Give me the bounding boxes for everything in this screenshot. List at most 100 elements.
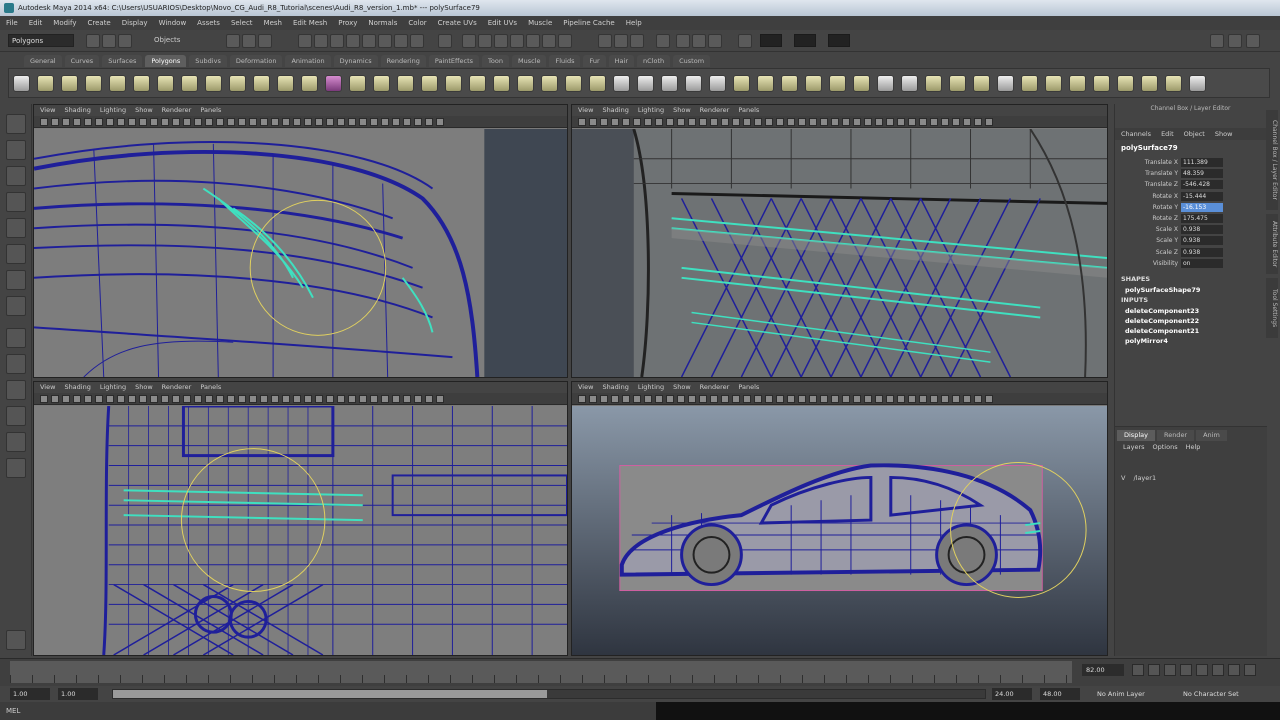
- select-object-icon[interactable]: [242, 34, 256, 48]
- vp-menu-shading[interactable]: Shading: [64, 105, 90, 116]
- viewport-tool-icon[interactable]: [150, 395, 158, 403]
- history-off-icon[interactable]: [877, 75, 894, 92]
- viewport-tool-icon[interactable]: [293, 118, 301, 126]
- viewport-tool-icon[interactable]: [249, 118, 257, 126]
- viewport-tool-icon[interactable]: [611, 395, 619, 403]
- menu-help[interactable]: Help: [626, 16, 642, 30]
- range-bar-handle[interactable]: [113, 690, 547, 698]
- viewport-tool-icon[interactable]: [51, 118, 59, 126]
- viewport-tool-icon[interactable]: [293, 395, 301, 403]
- mirror-geometry-icon[interactable]: [493, 75, 510, 92]
- input-field-2[interactable]: [794, 34, 816, 47]
- viewport-tool-icon[interactable]: [842, 395, 850, 403]
- poly-prism-icon[interactable]: [181, 75, 198, 92]
- menu-proxy[interactable]: Proxy: [338, 16, 357, 30]
- mask-handles-icon[interactable]: [298, 34, 312, 48]
- viewport-tool-icon[interactable]: [864, 395, 872, 403]
- viewport-tool-icon[interactable]: [205, 118, 213, 126]
- viewport-tool-icon[interactable]: [699, 395, 707, 403]
- viewport-tool-icon[interactable]: [95, 118, 103, 126]
- vp-menu-show[interactable]: Show: [673, 382, 691, 393]
- input-field-1[interactable]: [760, 34, 782, 47]
- viewport-tool-icon[interactable]: [600, 118, 608, 126]
- viewport-tool-icon[interactable]: [106, 395, 114, 403]
- viewport-tool-icon[interactable]: [864, 118, 872, 126]
- viewport-tool-icon[interactable]: [348, 395, 356, 403]
- menu-color[interactable]: Color: [408, 16, 426, 30]
- menu-modify[interactable]: Modify: [53, 16, 76, 30]
- show-tool-settings-icon[interactable]: [1228, 34, 1242, 48]
- vp-menu-lighting[interactable]: Lighting: [638, 105, 664, 116]
- shelf-tab-fur[interactable]: Fur: [583, 55, 606, 67]
- poly-platonic-icon[interactable]: [301, 75, 318, 92]
- insert-edge-loop-icon[interactable]: [949, 75, 966, 92]
- viewport-tool-icon[interactable]: [831, 395, 839, 403]
- viewport-tool-icon[interactable]: [633, 118, 641, 126]
- viewport-tool-icon[interactable]: [183, 395, 191, 403]
- viewport-canvas[interactable]: [572, 129, 1107, 377]
- end-time-field[interactable]: 48.00: [1040, 688, 1080, 700]
- viewport-tool-icon[interactable]: [677, 395, 685, 403]
- select-mode-dropdown[interactable]: Objects: [148, 34, 218, 47]
- viewport-tool-icon[interactable]: [337, 118, 345, 126]
- shelf-tab-muscle[interactable]: Muscle: [511, 55, 547, 67]
- snap-curve-icon[interactable]: [478, 34, 492, 48]
- extract-icon[interactable]: [397, 75, 414, 92]
- vp-menu-lighting[interactable]: Lighting: [100, 105, 126, 116]
- menu-muscle[interactable]: Muscle: [528, 16, 552, 30]
- vp-menu-renderer[interactable]: Renderer: [162, 105, 192, 116]
- viewport-tool-icon[interactable]: [732, 118, 740, 126]
- attr-scale-y[interactable]: Scale Y 0.938: [1115, 235, 1266, 246]
- viewport-tool-icon[interactable]: [611, 118, 619, 126]
- select-component-icon[interactable]: [258, 34, 272, 48]
- render-settings-icon[interactable]: [630, 34, 644, 48]
- make-live-icon[interactable]: [526, 34, 540, 48]
- viewport-tool-icon[interactable]: [326, 395, 334, 403]
- shelf-tab-polygons[interactable]: Polygons: [145, 55, 187, 67]
- viewport-canvas[interactable]: [34, 129, 567, 377]
- viewport-tool-icon[interactable]: [150, 118, 158, 126]
- viewport-tool-icon[interactable]: [952, 395, 960, 403]
- input-node[interactable]: deleteComponent23: [1115, 306, 1266, 316]
- attr-visibility[interactable]: Visibility on: [1115, 258, 1266, 269]
- viewport-tool-icon[interactable]: [787, 118, 795, 126]
- poly-torus-icon[interactable]: [157, 75, 174, 92]
- layer-tab-render[interactable]: Render: [1156, 430, 1195, 441]
- viewport-tool-icon[interactable]: [578, 118, 586, 126]
- vp-menu-lighting[interactable]: Lighting: [100, 382, 126, 393]
- poly-cube-icon[interactable]: [61, 75, 78, 92]
- vp-menu-panels[interactable]: Panels: [738, 105, 759, 116]
- range-bar[interactable]: [112, 689, 986, 699]
- viewport-tool-icon[interactable]: [414, 118, 422, 126]
- mask-joints-icon[interactable]: [314, 34, 328, 48]
- viewport-tool-icon[interactable]: [578, 395, 586, 403]
- viewport-tool-icon[interactable]: [304, 395, 312, 403]
- menu-normals[interactable]: Normals: [368, 16, 397, 30]
- viewport-tool-icon[interactable]: [644, 395, 652, 403]
- layer-tab-display[interactable]: Display: [1117, 430, 1155, 441]
- play-backwards-icon[interactable]: [1180, 664, 1192, 676]
- viewport-tool-icon[interactable]: [260, 395, 268, 403]
- shelf-tab-curves[interactable]: Curves: [64, 55, 100, 67]
- viewport-bottom-left[interactable]: View Shading Lighting Show Renderer Pane…: [33, 381, 568, 656]
- vp-menu-lighting[interactable]: Lighting: [638, 382, 664, 393]
- shape-node[interactable]: polySurfaceShape79: [1115, 285, 1266, 295]
- viewport-tool-icon[interactable]: [260, 118, 268, 126]
- show-attribute-editor-icon[interactable]: [1210, 34, 1224, 48]
- viewport-tool-icon[interactable]: [139, 118, 147, 126]
- menu-set-dropdown[interactable]: Polygons: [8, 34, 74, 47]
- collapse-icon[interactable]: [829, 75, 846, 92]
- layer-row[interactable]: V /layer1: [1115, 473, 1267, 484]
- vp-menu-view[interactable]: View: [578, 382, 593, 393]
- viewport-tool-icon[interactable]: [282, 395, 290, 403]
- menu-file[interactable]: File: [6, 16, 18, 30]
- shelf-tab-custom[interactable]: Custom: [673, 55, 711, 67]
- shelf-menu-icon[interactable]: [13, 75, 30, 92]
- snap-point-icon[interactable]: [494, 34, 508, 48]
- shelf-tab-painteffects[interactable]: PaintEffects: [428, 55, 480, 67]
- viewport-tool-icon[interactable]: [172, 395, 180, 403]
- viewport-tool-icon[interactable]: [425, 118, 433, 126]
- extrude-icon[interactable]: [733, 75, 750, 92]
- viewport-tool-icon[interactable]: [677, 118, 685, 126]
- viewport-tool-icon[interactable]: [359, 118, 367, 126]
